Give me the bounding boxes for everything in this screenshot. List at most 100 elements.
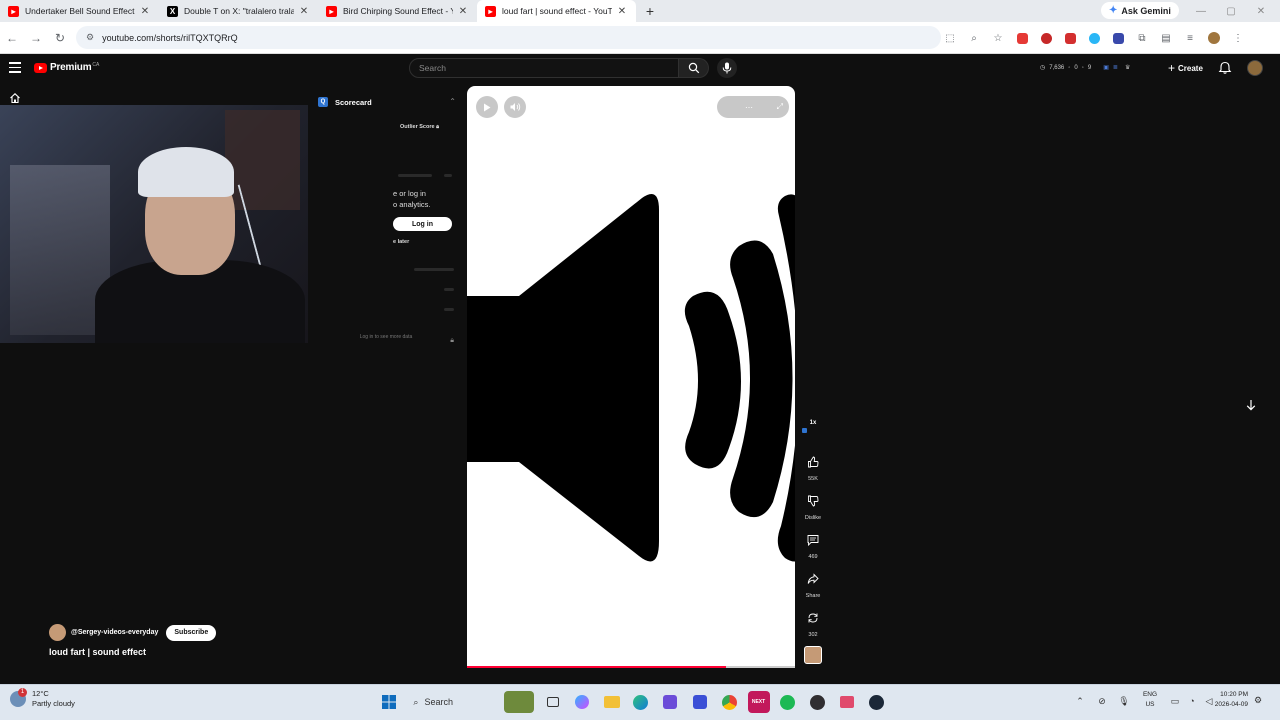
outlook-icon[interactable] (689, 691, 711, 713)
clock-date: 2026-04-09 (1214, 701, 1248, 708)
close-icon[interactable]: ✕ (298, 6, 310, 17)
header-stats: ◷ 7,636 ◦ 0 ◦ 9 ▣ ≣ ♛ (1040, 64, 1130, 72)
share-button[interactable]: Share (800, 568, 826, 599)
short-video-player[interactable]: ⋯ ⤢ (467, 86, 795, 668)
media-control-icon[interactable]: ≡ (1180, 28, 1200, 48)
tab-title: Bird Chirping Sound Effect - Yo (343, 6, 453, 16)
extension-icon[interactable] (1084, 28, 1104, 48)
extension-icon[interactable] (1012, 28, 1032, 48)
account-avatar[interactable] (1247, 60, 1263, 76)
trophy-icon[interactable]: ♛ (1125, 64, 1130, 71)
profile-avatar-icon[interactable] (1204, 28, 1224, 48)
extension-icon[interactable] (1108, 28, 1128, 48)
home-icon[interactable] (9, 92, 21, 104)
close-icon[interactable]: ✕ (139, 6, 151, 17)
extension-icon[interactable] (1060, 28, 1080, 48)
channel-avatar[interactable] (49, 624, 66, 641)
more-options-icon[interactable]: ⋯ (745, 103, 753, 112)
browser-tab[interactable]: ▸ Undertaker Bell Sound Effect - ✕ (0, 0, 159, 22)
player-options[interactable]: ⋯ ⤢ (717, 96, 789, 118)
weather-widget[interactable]: 1 12°C Partly cloudy (10, 688, 75, 709)
extension-icon[interactable] (1036, 28, 1056, 48)
language-indicator[interactable]: ENG US (1140, 690, 1160, 710)
reload-button[interactable]: ↻ (48, 26, 72, 50)
login-button[interactable]: Log in (393, 217, 452, 231)
steam-icon[interactable] (865, 691, 887, 713)
dislike-button[interactable]: Dislike (800, 490, 826, 521)
browser-tab-active[interactable]: ▸ loud fart | sound effect - YouTu ✕ (477, 0, 636, 22)
minimize-button[interactable]: — (1186, 0, 1216, 22)
chevron-up-icon[interactable]: ⌃ (449, 97, 456, 106)
channel-name[interactable]: @Sergey-videos-everyday (71, 629, 158, 636)
video-progress-bar[interactable] (467, 666, 795, 668)
subscribe-button[interactable]: Subscribe (166, 624, 217, 641)
notifications-bell-icon[interactable] (1218, 61, 1232, 75)
close-icon[interactable]: ✕ (616, 6, 628, 17)
close-icon[interactable]: ✕ (457, 6, 469, 17)
edge-browser-icon[interactable] (630, 691, 652, 713)
tray-app-icon[interactable]: ⊘ (1094, 691, 1110, 711)
install-app-icon[interactable]: ⬚ (940, 28, 960, 48)
sound-thumbnail-button[interactable] (800, 646, 826, 664)
browser-tab[interactable]: ▸ Bird Chirping Sound Effect - Yo ✕ (318, 0, 477, 22)
bookmark-star-icon[interactable]: ☆ (988, 28, 1008, 48)
window-close-button[interactable]: ✕ (1246, 0, 1276, 22)
playback-speed-button[interactable]: 1x (800, 420, 826, 433)
comments-button[interactable]: 469 (800, 529, 826, 560)
extension-icon[interactable]: ▣ (1103, 64, 1109, 71)
mute-button[interactable] (504, 96, 526, 118)
hamburger-menu-icon[interactable] (9, 62, 21, 74)
copilot-icon[interactable] (571, 691, 593, 713)
play-button[interactable] (476, 96, 498, 118)
system-clock[interactable]: 10:20 PM 2026-04-09 (1200, 690, 1248, 710)
site-info-icon[interactable]: ⚙ (86, 32, 94, 43)
next-short-button[interactable] (1242, 396, 1260, 414)
grid-app-icon[interactable] (659, 691, 681, 713)
forward-button[interactable]: → (24, 26, 48, 50)
ask-gemini-button[interactable]: ✦ Ask Gemini (1101, 2, 1179, 19)
taskbar-search-label: Search (424, 697, 453, 707)
extensions-puzzle-icon[interactable]: ⧉ (1132, 28, 1152, 48)
create-button[interactable]: + Create (1168, 61, 1203, 75)
spotify-icon[interactable] (777, 691, 799, 713)
voice-search-button[interactable] (717, 58, 737, 78)
youtube-header: Premium CA Search ◷ 7,636 ◦ 0 ◦ 9 ▣ ≣ ♛ … (0, 54, 1280, 84)
windows-taskbar: 1 12°C Partly cloudy ⌕ Search NEXT ⌃ ⊘ 🎙… (0, 684, 1280, 720)
address-bar[interactable]: ⚙ youtube.com/shorts/rilTQXTQRrQ (76, 26, 941, 49)
search-icon (688, 62, 699, 74)
maximize-button[interactable]: ▢ (1216, 0, 1246, 22)
region-code: US (1145, 701, 1155, 708)
remix-button[interactable]: 302 (800, 607, 826, 638)
browser-menu-icon[interactable]: ⋮ (1228, 28, 1248, 48)
later-link[interactable]: e later (393, 239, 409, 245)
chrome-icon[interactable] (718, 691, 740, 713)
microphone-icon[interactable]: 🎙︎ (1116, 691, 1132, 711)
placeholder-line (398, 174, 432, 177)
task-view-icon[interactable] (542, 691, 564, 713)
circle-icon: ◦ (1081, 64, 1084, 71)
channel-row: @Sergey-videos-everyday Subscribe (49, 624, 217, 641)
browser-tab[interactable]: X Double T on X: "tralalero tralala ✕ (159, 0, 318, 22)
new-tab-button[interactable]: + (640, 1, 660, 21)
like-button[interactable]: 55K (800, 451, 826, 482)
search-input[interactable]: Search (409, 58, 679, 78)
youtube-premium-logo[interactable]: Premium CA (34, 62, 99, 73)
next-app-icon[interactable]: NEXT (747, 691, 770, 713)
search-button[interactable] (679, 58, 709, 78)
taskbar-search[interactable]: ⌕ Search (407, 691, 497, 713)
wifi-icon[interactable]: ◔ (1184, 691, 1200, 711)
chevron-up-icon[interactable]: ⌃ (1072, 691, 1088, 711)
news-widget-icon[interactable] (504, 691, 535, 713)
snipping-tool-icon[interactable] (836, 691, 858, 713)
file-explorer-icon[interactable] (601, 691, 623, 713)
windows-start-icon[interactable] (378, 691, 400, 713)
notification-center-icon[interactable]: ⚙ (1254, 695, 1262, 706)
back-button[interactable]: ← (0, 26, 24, 50)
zoom-icon[interactable]: ⌕ (964, 28, 984, 48)
fullscreen-icon[interactable]: ⤢ (777, 102, 783, 112)
extension-icon[interactable]: ≣ (1113, 64, 1118, 71)
network-icon[interactable]: ▭ (1167, 691, 1183, 711)
side-panel-icon[interactable]: ▤ (1156, 28, 1176, 48)
obs-icon[interactable] (806, 691, 828, 713)
comment-count: 469 (808, 554, 818, 560)
